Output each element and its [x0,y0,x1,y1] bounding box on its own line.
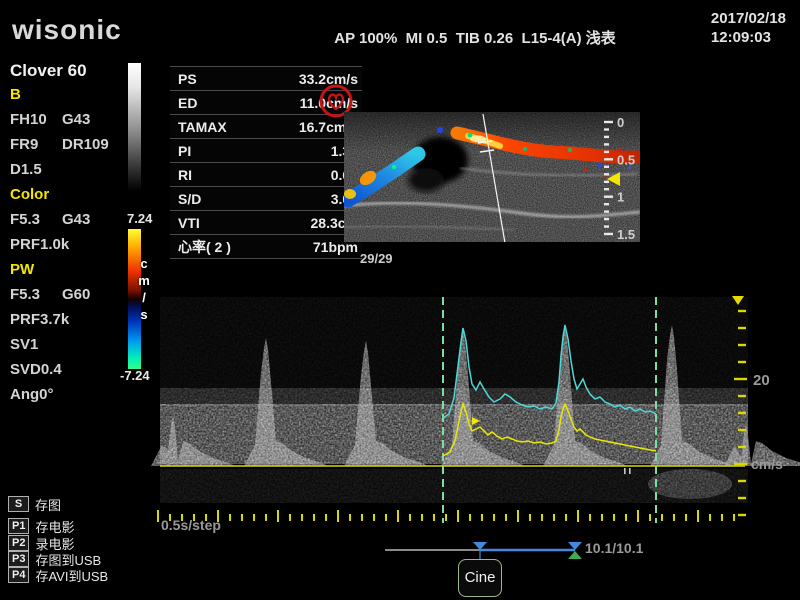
hotkey-s-button[interactable]: S 存图 [8,496,61,512]
acoustic-params: AP 100% MI 0.5 TIB 0.26 L15-4(A) 浅表 [310,27,640,48]
colorbar-max-label: 7.24 [127,211,152,226]
frame-counter: 29/29 [360,251,393,266]
colorbar-unit-label: cm/s [137,255,151,323]
depth-scale: 0 0.5 1 1.5 [598,108,650,248]
datetime: 2017/02/18 12:09:03 [711,9,786,47]
sidebar-param: D1.5 [10,161,128,186]
sidebar-param: B [10,86,128,111]
measurement-label: VTI [178,215,200,231]
hotkey-cap: P1 [8,518,29,534]
colorbar-min-label: -7.24 [120,368,150,383]
hotkey-cap: S [8,496,29,512]
date-label: 2017/02/18 [711,9,786,28]
measurement-row: PI1.33 [170,138,362,162]
depth-label: 1 [617,190,624,205]
measurement-label: ED [178,95,197,111]
wisonic-logo: wisonic [12,14,122,46]
colorbar-unit-letter: s [137,306,151,323]
measurement-label: S/D [178,191,201,207]
timeline-ticks [157,510,735,522]
hotkey-cap: P3 [8,551,29,567]
measurement-label: 心率( 2 ) [178,237,231,257]
sidebar-param: PRF1.0k [10,236,128,261]
velocity-scale-label: 20 [753,372,770,389]
measurement-row: RI0.67 [170,162,362,186]
sweep-speed-label: 0.5s/step [161,517,221,533]
cine-button[interactable]: Cine [458,559,502,597]
sidebar-param: SV1 [10,336,128,361]
colorbar-unit-letter: c [137,255,151,272]
hotkey-label: 存AVI到USB [35,566,108,585]
measurement-row: VTI28.3cm [170,210,362,234]
sidebar-param: FR9DR109 [10,136,128,161]
sidebar-param: F5.3G43 [10,211,128,236]
velocity-unit-label: cm/s [751,456,783,472]
hotkey-cap: P2 [8,535,29,551]
hotkey-cap: P4 [8,567,29,583]
depth-label: 1.5 [617,227,635,242]
bmode-image [344,112,640,242]
depth-label: 0 [617,115,624,130]
measurement-row: S/D3.03 [170,186,362,210]
sidebar-param: SVD0.4 [10,361,128,386]
measurement-label: PI [178,143,191,159]
sidebar-param: PW [10,261,128,286]
probe-preset-label: Clover 60 [10,61,87,81]
measurement-label: PS [178,71,197,87]
cine-frame-label: 10.1/10.1 [585,540,643,556]
sidebar-param: PRF3.7k [10,311,128,336]
cine-position-marker[interactable] [568,551,582,559]
measurement-label: TAMAX [178,119,227,135]
colorbar-unit-letter: m [137,272,151,289]
ultrasound-screen: wisonic AP 100% MI 0.5 TIB 0.26 L15-4(A)… [0,0,800,600]
time-label: 12:09:03 [711,28,786,47]
sidebar-param: F5.3G60 [10,286,128,311]
depth-label: 0.5 [617,152,635,167]
reverse-flow-mound [648,469,732,499]
colorbar-unit-letter: / [137,289,151,306]
hotkey-p1-button[interactable]: P1存电影 [8,518,74,534]
measurement-row: 心率( 2 )71bpm [170,234,362,258]
spectral-doppler-display [150,293,800,530]
sidebar-param: Color [10,186,128,211]
grayscale-bar [128,63,141,191]
sidebar-param: FH10G43 [10,111,128,136]
measurement-label: RI [178,167,192,183]
hotkey-p4-button[interactable]: P4 存AVI到USB [8,567,108,583]
sidebar-param: Ang0° [10,386,128,411]
sidebar-params: BFH10G43FR9DR109D1.5ColorF5.3G43PRF1.0kP… [10,86,128,411]
hotkey-label: 存图 [35,495,61,514]
